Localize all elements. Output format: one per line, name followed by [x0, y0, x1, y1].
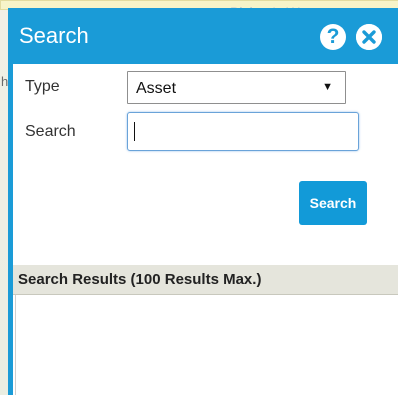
question-mark-icon: ? — [326, 25, 340, 48]
panel-titlebar: Search ? — [8, 8, 398, 64]
close-icon — [356, 24, 382, 50]
search-label: Search — [25, 123, 76, 140]
search-input[interactable] — [127, 112, 359, 151]
results-header-label: Search Results (100 Results Max.) — [18, 271, 262, 288]
search-panel: Search ? Type Asset ▼ Search Search Sear… — [8, 8, 398, 395]
help-button[interactable]: ? — [320, 24, 346, 50]
dropdown-arrow-icon: ▼ — [322, 81, 333, 93]
type-select[interactable]: Asset ▼ — [127, 71, 346, 104]
type-select-value: Asset — [136, 80, 177, 97]
search-button[interactable]: Search — [299, 181, 367, 225]
text-caret — [134, 122, 135, 141]
panel-title: Search — [19, 23, 89, 48]
results-header: Search Results (100 Results Max.) — [13, 265, 398, 295]
close-button[interactable] — [356, 24, 382, 50]
type-label: Type — [25, 78, 60, 95]
results-list[interactable] — [13, 295, 398, 395]
